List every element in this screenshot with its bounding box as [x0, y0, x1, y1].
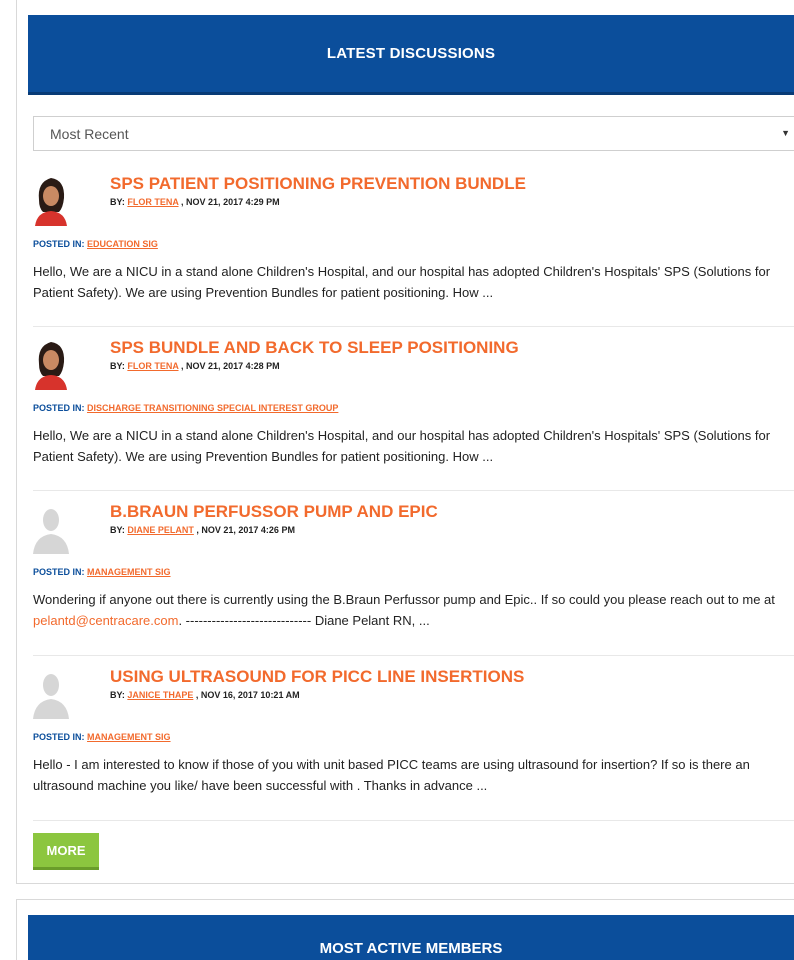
- most-active-members-header: MOST ACTIVE MEMBERS: [28, 915, 794, 960]
- latest-discussions-header: LATEST DISCUSSIONS: [28, 15, 794, 95]
- default-avatar-icon[interactable]: [33, 667, 69, 719]
- email-link[interactable]: pelantd@centracare.com: [33, 613, 178, 628]
- excerpt-text: Wondering if anyone out there is current…: [33, 592, 775, 607]
- more-button[interactable]: MORE: [33, 833, 99, 870]
- divider: [33, 326, 794, 327]
- discussion-excerpt: Hello, We are a NICU in a stand alone Ch…: [33, 264, 771, 300]
- discussion-meta: BY: DIANE PELANT , NOV 21, 2017 4:26 PM: [110, 525, 295, 535]
- discussion-title[interactable]: SPS BUNDLE AND BACK TO SLEEP POSITIONING: [110, 338, 519, 358]
- author-link[interactable]: JANICE THAPE: [127, 690, 193, 700]
- post-date: , NOV 21, 2017 4:28 PM: [181, 361, 280, 371]
- post-date: , NOV 16, 2017 10:21 AM: [195, 690, 300, 700]
- discussion-excerpt: Wondering if anyone out there is current…: [33, 589, 793, 631]
- dropdown-caret-icon: ▼: [781, 128, 790, 138]
- group-link[interactable]: MANAGEMENT SIG: [87, 732, 171, 742]
- author-link[interactable]: DIANE PELANT: [127, 525, 194, 535]
- group-link[interactable]: EDUCATION SIG: [87, 239, 158, 249]
- user-photo-avatar[interactable]: [33, 174, 69, 226]
- discussion-meta: BY: FLOR TENA , NOV 21, 2017 4:29 PM: [110, 197, 280, 207]
- post-date: , NOV 21, 2017 4:29 PM: [181, 197, 280, 207]
- posted-in-label: POSTED IN:: [33, 732, 85, 742]
- post-date: , NOV 21, 2017 4:26 PM: [196, 525, 295, 535]
- discussion-meta: BY: FLOR TENA , NOV 21, 2017 4:28 PM: [110, 361, 280, 371]
- posted-in-label: POSTED IN:: [33, 239, 85, 249]
- excerpt-text: . ----------------------------- Diane Pe…: [178, 613, 430, 628]
- posted-in-label: POSTED IN:: [33, 403, 85, 413]
- posted-in: POSTED IN: EDUCATION SIG: [33, 239, 158, 249]
- author-link[interactable]: FLOR TENA: [127, 361, 178, 371]
- posted-in: POSTED IN: MANAGEMENT SIG: [33, 732, 171, 742]
- user-photo-avatar[interactable]: [33, 338, 69, 390]
- discussion-excerpt: Hello, We are a NICU in a stand alone Ch…: [33, 428, 771, 464]
- default-avatar-icon[interactable]: [33, 502, 69, 554]
- discussion-title[interactable]: SPS PATIENT POSITIONING PREVENTION BUNDL…: [110, 174, 526, 194]
- divider: [33, 490, 794, 491]
- by-label: BY:: [110, 361, 125, 371]
- by-label: BY:: [110, 197, 125, 207]
- group-link[interactable]: MANAGEMENT SIG: [87, 567, 171, 577]
- divider: [33, 655, 794, 656]
- sort-select[interactable]: Most Recent ▼: [33, 116, 794, 151]
- divider: [33, 820, 794, 821]
- posted-in: POSTED IN: DISCHARGE TRANSITIONING SPECI…: [33, 403, 338, 413]
- group-link[interactable]: DISCHARGE TRANSITIONING SPECIAL INTEREST…: [87, 403, 338, 413]
- discussion-title[interactable]: USING ULTRASOUND FOR PICC LINE INSERTION…: [110, 667, 524, 687]
- discussion-excerpt: Hello - I am interested to know if those…: [33, 757, 750, 793]
- discussion-meta: BY: JANICE THAPE , NOV 16, 2017 10:21 AM: [110, 690, 300, 700]
- by-label: BY:: [110, 525, 125, 535]
- sort-selected-value: Most Recent: [50, 125, 129, 142]
- posted-in: POSTED IN: MANAGEMENT SIG: [33, 567, 171, 577]
- posted-in-label: POSTED IN:: [33, 567, 85, 577]
- by-label: BY:: [110, 690, 125, 700]
- discussion-title[interactable]: B.BRAUN PERFUSSOR PUMP AND EPIC: [110, 502, 438, 522]
- author-link[interactable]: FLOR TENA: [127, 197, 178, 207]
